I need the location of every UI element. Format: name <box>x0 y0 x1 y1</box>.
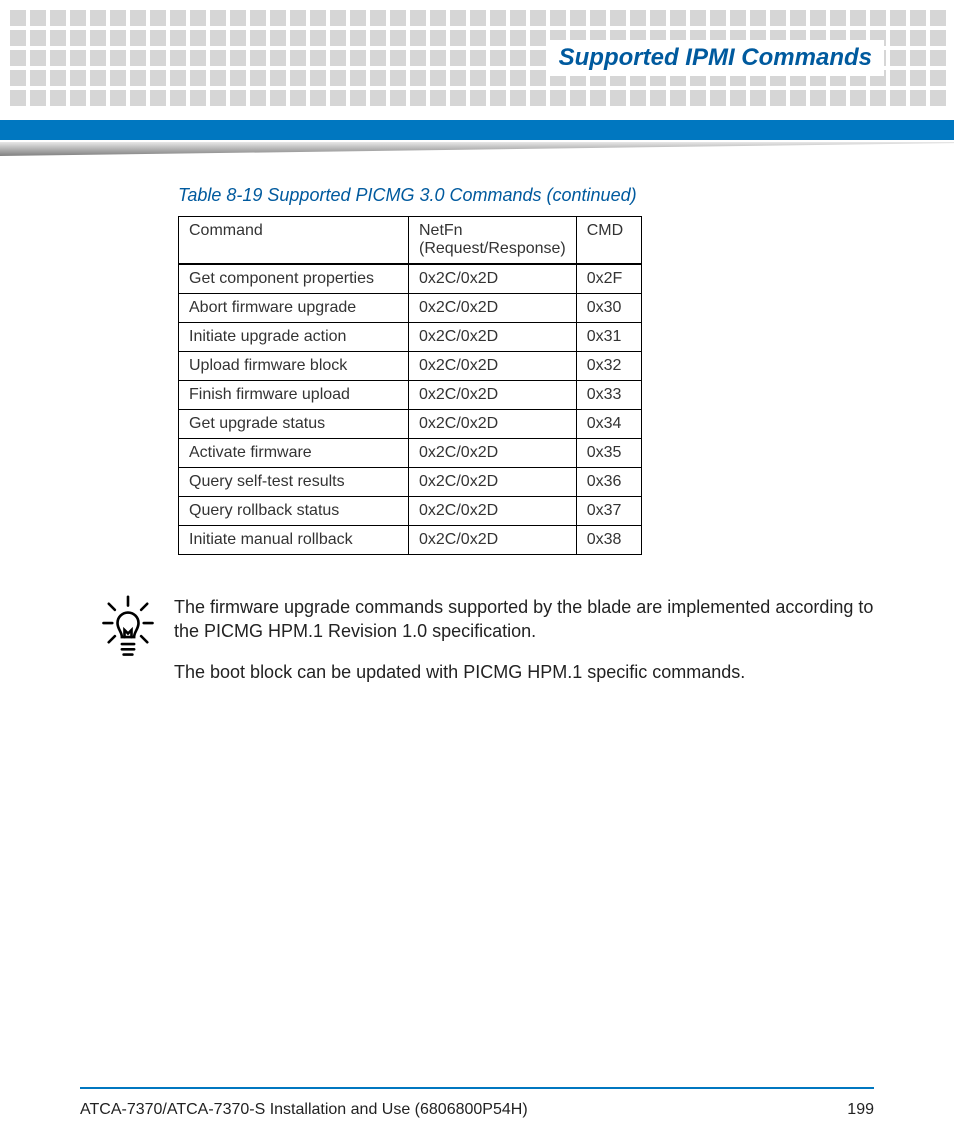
table-header-row: Command NetFn (Request/Response) CMD <box>179 217 642 265</box>
table-row: Activate firmware0x2C/0x2D0x35 <box>179 439 642 468</box>
table-cell-cmd: 0x37 <box>576 497 641 526</box>
table-cell-cmd: 0x33 <box>576 381 641 410</box>
table-cell-command: Finish firmware upload <box>179 381 409 410</box>
table-cell-netfn: 0x2C/0x2D <box>409 323 577 352</box>
table-cell-command: Initiate manual rollback <box>179 526 409 555</box>
table-cell-command: Abort firmware upgrade <box>179 294 409 323</box>
table-cell-cmd: 0x2F <box>576 264 641 294</box>
note-text: The firmware upgrade commands supported … <box>174 595 874 700</box>
table-cell-netfn: 0x2C/0x2D <box>409 439 577 468</box>
col-header-cmd: CMD <box>576 217 641 265</box>
table-row: Initiate manual rollback0x2C/0x2D0x38 <box>179 526 642 555</box>
table-cell-command: Initiate upgrade action <box>179 323 409 352</box>
header-blue-bar <box>0 120 954 140</box>
table-row: Query self-test results0x2C/0x2D0x36 <box>179 468 642 497</box>
table-row: Get upgrade status0x2C/0x2D0x34 <box>179 410 642 439</box>
table-row: Get component properties0x2C/0x2D0x2F <box>179 264 642 294</box>
table-cell-cmd: 0x32 <box>576 352 641 381</box>
table-cell-cmd: 0x36 <box>576 468 641 497</box>
table-cell-netfn: 0x2C/0x2D <box>409 381 577 410</box>
footer-doc-title: ATCA-7370/ATCA-7370-S Installation and U… <box>80 1101 528 1119</box>
note-paragraph-2: The boot block can be updated with PICMG… <box>174 660 874 684</box>
header-silver-bar <box>0 142 954 156</box>
footer-page-number: 199 <box>847 1101 874 1119</box>
table-cell-command: Query self-test results <box>179 468 409 497</box>
table-cell-netfn: 0x2C/0x2D <box>409 526 577 555</box>
table-cell-cmd: 0x35 <box>576 439 641 468</box>
table-cell-command: Get component properties <box>179 264 409 294</box>
table-cell-netfn: 0x2C/0x2D <box>409 264 577 294</box>
table-cell-cmd: 0x34 <box>576 410 641 439</box>
table-row: Abort firmware upgrade0x2C/0x2D0x30 <box>179 294 642 323</box>
footer-rule <box>80 1087 874 1089</box>
table-cell-cmd: 0x31 <box>576 323 641 352</box>
note-block: The firmware upgrade commands supported … <box>100 595 874 700</box>
table-cell-cmd: 0x38 <box>576 526 641 555</box>
table-row: Query rollback status0x2C/0x2D0x37 <box>179 497 642 526</box>
table-cell-command: Query rollback status <box>179 497 409 526</box>
section-title: Supported IPMI Commands <box>547 40 884 76</box>
col-header-command: Command <box>179 217 409 265</box>
table-cell-cmd: 0x30 <box>576 294 641 323</box>
table-row: Upload firmware block0x2C/0x2D0x32 <box>179 352 642 381</box>
table-cell-netfn: 0x2C/0x2D <box>409 294 577 323</box>
table-cell-command: Upload firmware block <box>179 352 409 381</box>
note-paragraph-1: The firmware upgrade commands supported … <box>174 595 874 644</box>
col-header-netfn: NetFn (Request/Response) <box>409 217 577 265</box>
table-cell-netfn: 0x2C/0x2D <box>409 468 577 497</box>
commands-table: Command NetFn (Request/Response) CMD Get… <box>178 216 642 555</box>
table-cell-netfn: 0x2C/0x2D <box>409 497 577 526</box>
table-row: Finish firmware upload0x2C/0x2D0x33 <box>179 381 642 410</box>
footer: ATCA-7370/ATCA-7370-S Installation and U… <box>80 1101 874 1119</box>
table-cell-command: Get upgrade status <box>179 410 409 439</box>
table-cell-netfn: 0x2C/0x2D <box>409 352 577 381</box>
table-caption: Table 8-19 Supported PICMG 3.0 Commands … <box>178 185 874 206</box>
table-cell-command: Activate firmware <box>179 439 409 468</box>
table-cell-netfn: 0x2C/0x2D <box>409 410 577 439</box>
page-content: Table 8-19 Supported PICMG 3.0 Commands … <box>100 185 874 700</box>
table-row: Initiate upgrade action0x2C/0x2D0x31 <box>179 323 642 352</box>
lightbulb-icon <box>100 595 156 670</box>
